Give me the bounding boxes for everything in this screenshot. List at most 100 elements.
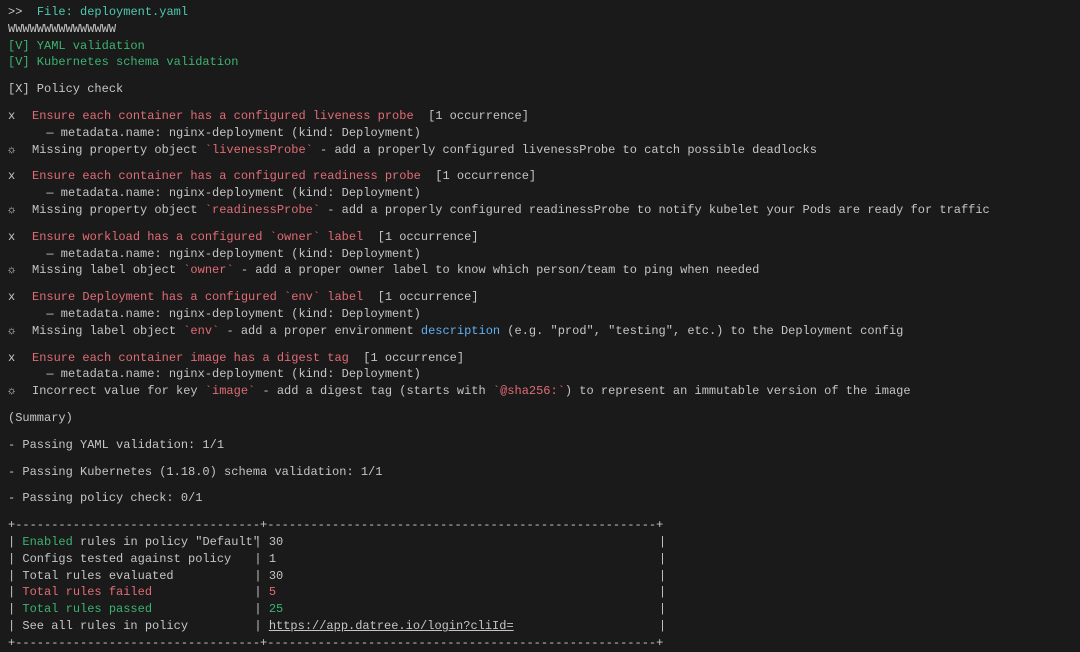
fix-post: - add a proper owner label to know which…: [234, 263, 760, 277]
issue-fix-line: ☼Missing property object `readinessProbe…: [8, 202, 1072, 219]
issue-occurrence: [1 occurrence]: [363, 351, 464, 365]
table-label: Total rules failed: [22, 584, 254, 601]
fix-post: - add a properly configured livenessProb…: [313, 143, 817, 157]
label-pre: Enabled: [22, 535, 72, 549]
issue-occurrence: [1 occurrence]: [435, 169, 536, 183]
label-post: Total rules evaluated: [22, 569, 173, 583]
policy-issue: xEnsure each container has a configured …: [8, 168, 1072, 228]
issue-title-line: xEnsure each container image has a diges…: [8, 350, 1072, 367]
fail-mark-icon: x: [8, 289, 32, 306]
label-pre: Total rules failed: [22, 585, 152, 599]
bulb-icon: ☼: [8, 142, 32, 159]
table-row: | Total rules evaluated| 30|: [8, 568, 1072, 585]
table-value-link[interactable]: https://app.datree.io/login?cliId=: [269, 618, 659, 635]
summary-line: - Passing policy check: 0/1: [8, 490, 1072, 507]
fix-post: - add a digest tag (starts with: [255, 384, 493, 398]
policy-issue: xEnsure Deployment has a configured `env…: [8, 289, 1072, 349]
summary-table: +----------------------------------+----…: [8, 517, 1072, 651]
file-header: >> File: deployment.yaml: [8, 4, 1072, 21]
fix-blue-word: description: [421, 324, 500, 338]
issue-title-line: xEnsure Deployment has a configured `env…: [8, 289, 1072, 306]
fix-pre: Missing property object: [32, 203, 205, 217]
table-label: Total rules passed: [22, 601, 254, 618]
schema-validation-pass: [V] Kubernetes schema validation: [8, 54, 1072, 71]
policy-issue: xEnsure each container image has a diges…: [8, 350, 1072, 400]
issue-title: Ensure each container has a configured r…: [32, 169, 421, 183]
table-row: | Enabled rules in policy "Default"| 30|: [8, 534, 1072, 551]
pipe: |: [659, 602, 666, 616]
pipe: |: [659, 619, 666, 633]
fix-post2: ) to represent an immutable version of t…: [565, 384, 911, 398]
issue-title-line: xEnsure each container has a configured …: [8, 168, 1072, 185]
table-label: Total rules evaluated: [22, 568, 254, 585]
pipe: |: [659, 552, 666, 566]
fail-mark-icon: x: [8, 350, 32, 367]
bulb-icon: ☼: [8, 323, 32, 340]
issue-title-line: xEnsure workload has a configured `owner…: [8, 229, 1072, 246]
pipe: |: [254, 585, 268, 599]
pipe: |: [254, 619, 268, 633]
label-post: See all rules in policy: [22, 619, 188, 633]
issue-fix-line: ☼Missing label object `env` - add a prop…: [8, 323, 1072, 340]
file-name: deployment.yaml: [80, 5, 188, 19]
summary-header: (Summary): [8, 410, 1072, 427]
table-label: Enabled rules in policy "Default": [22, 534, 254, 551]
pipe: |: [8, 552, 22, 566]
fix-key: `image`: [205, 384, 255, 398]
table-label: Configs tested against policy: [22, 551, 254, 568]
pipe: |: [254, 569, 268, 583]
issue-metadata: — metadata.name: nginx-deployment (kind:…: [8, 125, 1072, 142]
issue-metadata: — metadata.name: nginx-deployment (kind:…: [8, 185, 1072, 202]
pipe: |: [8, 569, 22, 583]
summary-line: - Passing YAML validation: 1/1: [8, 437, 1072, 454]
table-label: See all rules in policy: [22, 618, 254, 635]
table-value: 1: [269, 551, 659, 568]
table-value: 25: [269, 601, 659, 618]
fix-key: `env`: [183, 324, 219, 338]
issue-title: Ensure each container has a configured l…: [32, 109, 414, 123]
terminal-output: >> File: deployment.yaml WWWWWWWWWWWWWWW…: [8, 4, 1072, 652]
table-row: | Total rules failed| 5|: [8, 584, 1072, 601]
pipe: |: [659, 535, 666, 549]
bulb-icon: ☼: [8, 383, 32, 400]
pipe: |: [8, 585, 22, 599]
fix-pre: Missing label object: [32, 324, 183, 338]
table-row: | Configs tested against policy| 1|: [8, 551, 1072, 568]
table-row: | Total rules passed| 25|: [8, 601, 1072, 618]
issue-title-line: xEnsure each container has a configured …: [8, 108, 1072, 125]
issue-metadata: — metadata.name: nginx-deployment (kind:…: [8, 366, 1072, 383]
fix-key2: `@sha256:`: [493, 384, 565, 398]
table-value: 5: [269, 584, 659, 601]
table-row: | See all rules in policy| https://app.d…: [8, 618, 1072, 635]
fix-pre: Missing label object: [32, 263, 183, 277]
pipe: |: [254, 602, 268, 616]
pipe: |: [254, 535, 268, 549]
wave-underline: WWWWWWWWWWWWWWW: [8, 21, 1072, 38]
fix-post2: (e.g. "prod", "testing", etc.) to the De…: [500, 324, 903, 338]
pipe: |: [8, 535, 22, 549]
summary-line: - Passing Kubernetes (1.18.0) schema val…: [8, 464, 1072, 481]
label-post: Configs tested against policy: [22, 552, 231, 566]
issue-fix-line: ☼Missing label object `owner` - add a pr…: [8, 262, 1072, 279]
table-border-top: +----------------------------------+----…: [8, 517, 1072, 534]
fix-key: `livenessProbe`: [205, 143, 313, 157]
fail-mark-icon: x: [8, 229, 32, 246]
issue-fix-line: ☼Missing property object `livenessProbe`…: [8, 142, 1072, 159]
fix-post: - add a proper environment: [219, 324, 421, 338]
table-value: 30: [269, 534, 659, 551]
pipe: |: [8, 619, 22, 633]
fail-mark-icon: x: [8, 168, 32, 185]
fix-pre: Missing property object: [32, 143, 205, 157]
file-label: File:: [37, 5, 80, 19]
label-pre: Total rules passed: [22, 602, 152, 616]
issue-title: Ensure Deployment has a configured `env`…: [32, 290, 363, 304]
pipe: |: [8, 602, 22, 616]
policy-issue: xEnsure workload has a configured `owner…: [8, 229, 1072, 289]
fail-mark-icon: x: [8, 108, 32, 125]
policy-check-header: [X] Policy check: [8, 81, 1072, 98]
label-post: rules in policy "Default": [73, 535, 260, 549]
pipe: |: [659, 569, 666, 583]
yaml-validation-pass: [V] YAML validation: [8, 38, 1072, 55]
table-value: 30: [269, 568, 659, 585]
fix-key: `owner`: [183, 263, 233, 277]
